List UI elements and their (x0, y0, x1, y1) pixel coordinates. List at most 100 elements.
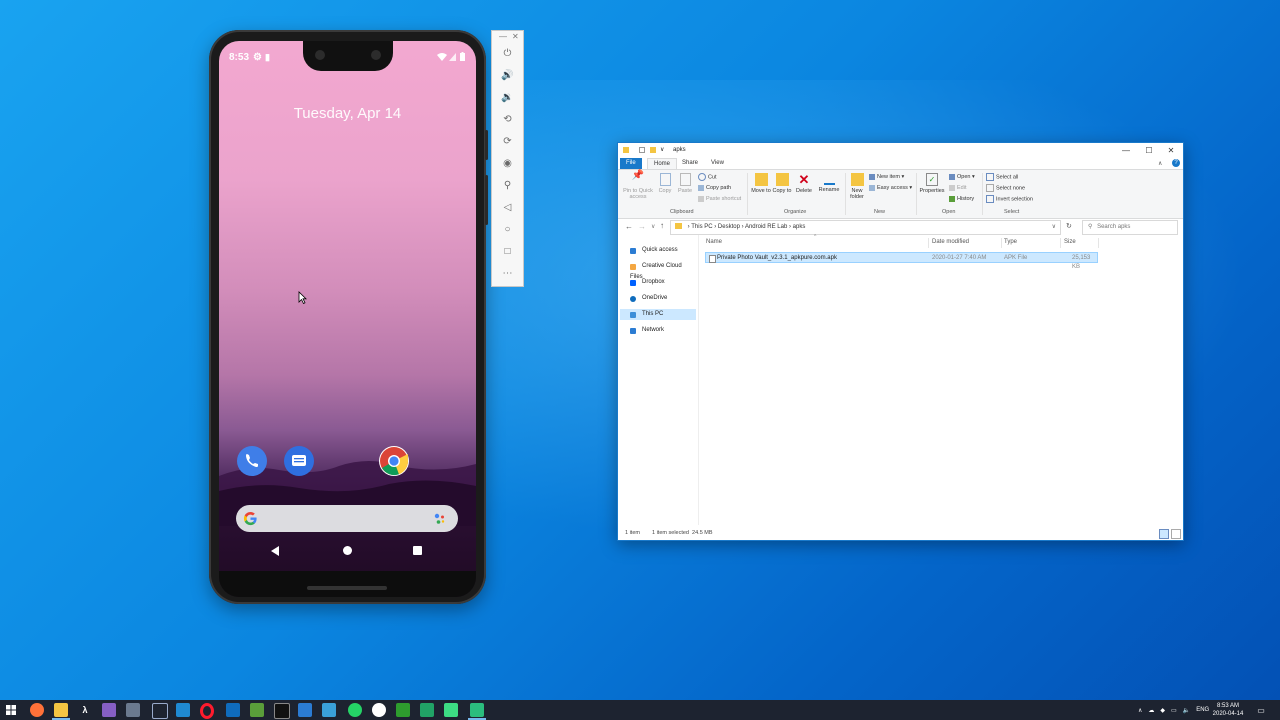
history-button[interactable]: History (949, 195, 974, 203)
column-type[interactable]: Type (1004, 239, 1017, 245)
phone-app-icon[interactable] (237, 446, 267, 476)
network-tray-icon[interactable]: ▭ (1171, 707, 1177, 714)
network-tool-icon[interactable] (322, 703, 336, 717)
more-icon[interactable]: ⋯ (492, 263, 523, 283)
properties-qa-icon[interactable] (639, 147, 645, 153)
column-date-modified[interactable]: Date modified (932, 239, 969, 245)
nav-quick-access[interactable]: Quick access (620, 245, 696, 256)
home-icon[interactable]: ○ (492, 219, 523, 239)
nav-this-pc[interactable]: This PC (620, 309, 696, 320)
edit-button[interactable]: Edit (949, 184, 966, 192)
column-separator[interactable] (928, 238, 929, 248)
nav-creative-cloud[interactable]: Creative Cloud Files (620, 261, 696, 280)
rotate-left-icon[interactable]: ⟲ (492, 109, 523, 129)
lambda-icon[interactable]: λ (78, 703, 92, 717)
android-studio-icon[interactable] (444, 703, 458, 717)
overview-icon[interactable]: □ (492, 241, 523, 261)
tab-share[interactable]: Share (676, 158, 704, 169)
cut-button[interactable]: Cut (698, 173, 717, 181)
nav-onedrive[interactable]: OneDrive (620, 293, 696, 304)
opera-icon[interactable] (200, 703, 214, 719)
invert-selection-button[interactable]: Invert selection (986, 195, 1033, 203)
new-folder-qa-icon[interactable] (650, 147, 656, 153)
emulator-taskbar-icon[interactable] (470, 703, 484, 717)
details-view-icon[interactable] (1159, 529, 1169, 539)
nav-network[interactable]: Network (620, 325, 696, 336)
chrome-app-icon[interactable] (379, 446, 409, 476)
minimize-icon[interactable]: — (499, 32, 507, 41)
terminal-icon[interactable] (274, 703, 290, 719)
nav-back-icon[interactable] (271, 546, 279, 556)
column-separator[interactable] (1060, 238, 1061, 248)
phone-screen[interactable]: 8:53 ⚙ ▮ Tuesday, Apr 14 (219, 41, 476, 597)
outlook-icon[interactable] (226, 703, 240, 717)
notifications-icon[interactable]: ▭ (1254, 703, 1268, 717)
copy-to-button[interactable]: Copy to (772, 173, 792, 194)
tab-file[interactable]: File (620, 158, 642, 169)
file-row[interactable]: Private Photo Vault_v2.3.1_apkpure.com.a… (705, 252, 1098, 270)
breadcrumb-this-pc[interactable]: This PC (691, 224, 712, 230)
close-icon[interactable]: ✕ (512, 32, 519, 41)
dropbox-tray-icon[interactable]: ◆ (1160, 707, 1165, 714)
volume-up-icon[interactable]: 🔊 (492, 65, 523, 85)
nav-recents-icon[interactable] (413, 546, 422, 555)
recent-locations-icon[interactable]: ∨ (651, 223, 655, 230)
close-button[interactable]: ✕ (1160, 143, 1182, 158)
breadcrumb-android-re-lab[interactable]: Android RE Lab (745, 224, 787, 230)
column-separator[interactable] (1001, 238, 1002, 248)
file-explorer-taskbar-icon[interactable] (54, 703, 68, 717)
select-all-button[interactable]: Select all (986, 173, 1018, 181)
volume-down-icon[interactable]: 🔉 (492, 87, 523, 107)
tab-home[interactable]: Home (647, 158, 678, 169)
column-name[interactable]: Name (706, 239, 722, 245)
column-separator[interactable] (1098, 238, 1099, 248)
address-bar[interactable]: › This PC › Desktop › Android RE Lab › a… (670, 220, 1061, 235)
breadcrumb-desktop[interactable]: Desktop (718, 224, 740, 230)
tab-view[interactable]: View (705, 158, 730, 169)
back-icon[interactable]: ◁ (492, 197, 523, 217)
copy-path-button[interactable]: Copy path (698, 184, 731, 192)
paste-button[interactable]: Paste (676, 173, 694, 194)
volume-tray-icon[interactable]: 🔈 (1183, 707, 1190, 714)
visual-studio-icon[interactable] (102, 703, 116, 717)
spreadsheet-icon[interactable] (420, 703, 434, 717)
collapse-ribbon-icon[interactable]: ∧ (1158, 160, 1162, 167)
delete-button[interactable]: ✕ Delete (794, 173, 814, 194)
onedrive-tray-icon[interactable]: ☁ (1148, 707, 1154, 714)
nav-dropbox[interactable]: Dropbox (620, 277, 696, 288)
windows-start-icon[interactable] (4, 703, 18, 717)
camera-icon[interactable]: ◉ (492, 153, 523, 173)
whatsapp-icon[interactable] (348, 703, 362, 717)
column-size[interactable]: Size (1064, 239, 1076, 245)
power-icon[interactable]: ⏻ (492, 43, 523, 63)
forward-arrow-icon[interactable]: → (638, 222, 646, 231)
easy-access-button[interactable]: Easy access ▾ (869, 184, 912, 192)
notepad-icon[interactable] (126, 703, 140, 717)
remote-desktop-icon[interactable] (298, 703, 312, 717)
back-arrow-icon[interactable]: ← (625, 222, 633, 231)
new-item-button[interactable]: New item ▾ (869, 173, 904, 181)
address-dropdown-icon[interactable]: ∨ (1052, 221, 1056, 234)
rename-button[interactable]: Rename (817, 173, 841, 193)
pin-quick-access-button[interactable]: 📌 Pin to Quick access (621, 171, 655, 201)
google-search-bar[interactable] (236, 505, 458, 532)
zoom-icon[interactable]: ⚲ (492, 175, 523, 195)
breadcrumb-apks[interactable]: apks (793, 224, 806, 230)
assistant-icon[interactable] (434, 513, 446, 525)
paste-shortcut-button[interactable]: Paste shortcut (698, 195, 741, 203)
firefox-icon[interactable] (30, 703, 44, 717)
help-icon[interactable]: ? (1172, 159, 1180, 167)
pane-divider[interactable] (698, 235, 699, 525)
messages-app-icon[interactable] (284, 446, 314, 476)
tray-expand-icon[interactable]: ∧ (1138, 707, 1142, 714)
chrome-taskbar-icon[interactable] (372, 703, 386, 717)
search-box[interactable]: ⚲ Search apks (1082, 220, 1178, 235)
document-icon[interactable] (396, 703, 410, 717)
input-language[interactable]: ENG (1196, 707, 1209, 713)
properties-button[interactable]: ✓ Properties (918, 173, 946, 194)
rotate-right-icon[interactable]: ⟳ (492, 131, 523, 151)
maximize-button[interactable]: ☐ (1138, 143, 1160, 158)
select-none-button[interactable]: Select none (986, 184, 1025, 192)
move-to-button[interactable]: Move to (751, 173, 771, 194)
app-window-icon[interactable] (152, 703, 168, 719)
